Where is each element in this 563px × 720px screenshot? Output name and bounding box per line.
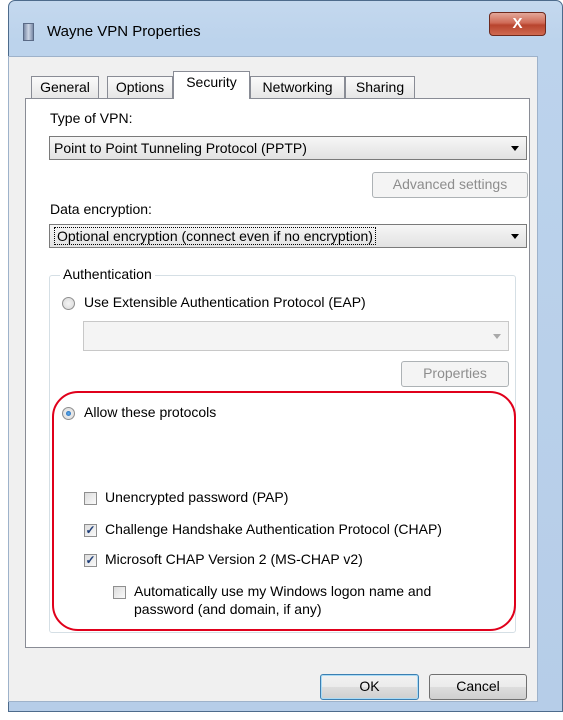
vpn-type-label: Type of VPN:: [50, 110, 133, 126]
vpn-type-select[interactable]: Point to Point Tunneling Protocol (PPTP): [49, 136, 527, 160]
chap-label[interactable]: Challenge Handshake Authentication Proto…: [105, 521, 442, 537]
close-button[interactable]: X: [489, 12, 546, 36]
auto-logon-checkbox[interactable]: [113, 586, 126, 599]
auto-logon-label-line1[interactable]: Automatically use my Windows logon name …: [134, 583, 431, 599]
mschapv2-label[interactable]: Microsoft CHAP Version 2 (MS-CHAP v2): [105, 551, 363, 567]
eap-method-select[interactable]: [83, 321, 509, 351]
chap-checkbox[interactable]: ✓: [84, 524, 97, 537]
pap-checkbox[interactable]: [84, 492, 97, 505]
pap-label[interactable]: Unencrypted password (PAP): [105, 489, 288, 505]
tab-general[interactable]: General: [31, 76, 99, 98]
title-bar[interactable]: Wayne VPN Properties X: [9, 1, 562, 55]
auto-logon-label-line2[interactable]: password (and domain, if any): [134, 601, 322, 617]
allow-protocols-radio[interactable]: [62, 407, 75, 420]
mschapv2-checkbox[interactable]: ✓: [84, 554, 97, 567]
chevron-down-icon: [511, 146, 519, 151]
tab-networking[interactable]: Networking: [250, 76, 345, 98]
vpn-type-value: Point to Point Tunneling Protocol (PPTP): [54, 140, 307, 156]
tab-options[interactable]: Options: [107, 76, 173, 98]
data-encryption-label: Data encryption:: [50, 201, 152, 217]
tab-security[interactable]: Security: [173, 71, 250, 99]
network-connection-icon: [23, 23, 34, 41]
advanced-settings-button[interactable]: Advanced settings: [372, 172, 528, 198]
eap-radio-label[interactable]: Use Extensible Authentication Protocol (…: [84, 294, 366, 310]
eap-properties-button[interactable]: Properties: [401, 361, 509, 387]
ok-button[interactable]: OK: [320, 674, 419, 700]
chevron-down-icon: [511, 234, 519, 239]
data-encryption-value: Optional encryption (connect even if no …: [54, 227, 376, 245]
eap-radio[interactable]: [62, 297, 75, 310]
allow-protocols-label[interactable]: Allow these protocols: [84, 404, 216, 420]
data-encryption-select[interactable]: Optional encryption (connect even if no …: [49, 224, 527, 248]
cancel-button[interactable]: Cancel: [429, 674, 527, 700]
window-title: Wayne VPN Properties: [47, 23, 201, 40]
tab-sharing[interactable]: Sharing: [345, 76, 415, 98]
authentication-legend: Authentication: [60, 266, 155, 282]
chevron-down-icon: [493, 334, 501, 339]
